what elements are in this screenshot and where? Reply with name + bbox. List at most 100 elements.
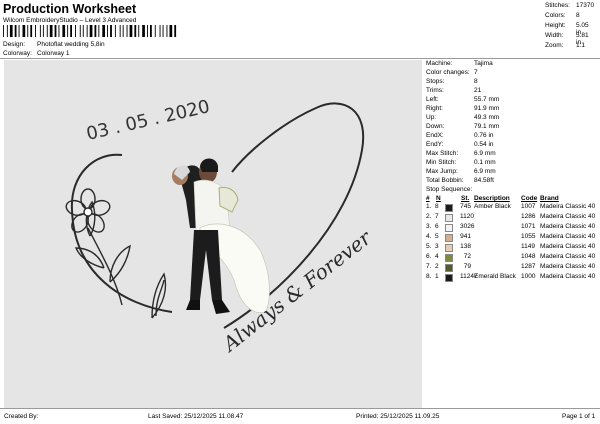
thread-brand: Madeira Classic 40 [540,273,596,280]
stop-num: 4. [426,233,432,240]
col-header-brand: Brand [540,195,559,202]
info-up: Up: 49.3 mm [426,114,500,121]
barcode [3,25,177,37]
stop-sequence-row: 5. 3 138 1149 Madeira Classic 40 [426,243,600,253]
summary-width: Width: 5.81 in [545,32,589,46]
software-subtitle: Wilcom EmbroideryStudio – Level 3 Advanc… [3,17,137,24]
thread-code: 1149 [521,243,535,250]
footer-last-saved: Last Saved: 25/12/2025 11.08.47 [148,413,244,420]
stop-sequence-row: 2. 7 1120 1286 Madeira Classic 40 [426,213,600,223]
stitch-count: 3026 [460,223,475,230]
info-left: Left: 55.7 mm [426,96,500,103]
thread-code: 1055 [521,233,536,240]
info-down: Down: 79.1 mm [426,123,500,130]
summary-zoom: Zoom: 1:1 [545,42,586,49]
col-header-st: St. [461,195,470,202]
stop-sequence-row: 6. 4 72 1048 Madeira Classic 40 [426,253,600,263]
color-swatch [445,224,453,232]
thread-brand: Madeira Classic 40 [540,223,596,230]
stop-num: 6. [426,253,432,260]
info-color-changes: Color changes: 7 [426,69,478,76]
thread-code: 1071 [521,223,536,230]
needle-num: 8 [435,203,439,210]
info-max-jump: Max Jump: 6.9 mm [426,168,496,175]
color-swatch [445,254,453,262]
thread-description: Emerald Black [474,273,516,280]
info-min-stitch: Min Stitch: 0.1 mm [426,159,496,166]
stop-num: 2. [426,213,432,220]
info-right: Right: 91.9 mm [426,105,500,112]
footer-printed: Printed: 25/12/2025 11.09.25 [356,413,440,420]
stop-sequence-row: 4. 5 941 1055 Madeira Classic 40 [426,233,600,243]
couple-figure [172,158,270,314]
info-max-stitch: Max Stitch: 6.9 mm [426,150,496,157]
thread-code: 1007 [521,203,536,210]
stitch-count: 941 [460,233,471,240]
color-swatch [445,204,453,212]
footer-created-by: Created By: [4,413,39,420]
stitch-count: 138 [460,243,471,250]
thread-code: 1000 [521,273,536,280]
footer-divider [0,408,600,409]
stop-num: 5. [426,243,432,250]
stitch-count: 11247 [460,273,478,280]
design-date-text: 03 . 05 . 2020 [84,96,211,145]
info-total-bobbin: Total Bobbin: 84.58ft [426,177,494,184]
color-swatch [445,214,453,222]
stop-sequence-row: 3. 6 3026 1071 Madeira Classic 40 [426,223,600,233]
design-preview: 03 . 05 . 2020 Always & Forever [4,60,422,408]
footer-page: Page 1 of 1 [562,413,596,420]
needle-num: 4 [435,253,439,260]
summary-height: Height: 5.05 in [545,22,589,36]
thread-description: Amber Black [474,203,511,210]
stitch-count: 79 [463,263,471,270]
thread-brand: Madeira Classic 40 [540,263,596,270]
stitch-count: 1120 [460,213,474,220]
thread-code: 1048 [521,253,536,260]
design-name: Photoflat wedding 5,8in [37,41,105,48]
thread-brand: Madeira Classic 40 [540,233,596,240]
needle-num: 7 [435,213,439,220]
colorway-name: Colorway 1 [37,50,70,57]
needle-num: 6 [435,223,439,230]
stop-sequence-row: 1. 8 745 Amber Black 1007 Madeira Classic 40 [426,203,600,213]
col-header-description: Description [474,195,510,202]
worksheet-title: Production Worksheet [3,2,137,16]
design-label: Design: [3,41,26,48]
col-header-n: N [436,195,441,202]
needle-num: 2 [435,263,439,270]
stop-num: 8. [426,273,432,280]
stitch-count: 745 [460,203,471,210]
color-swatch [445,244,453,252]
flower-stem [74,200,131,306]
thread-brand: Madeira Classic 40 [540,243,596,250]
stop-num: 7. [426,263,432,270]
info-endy: EndY: 0.54 in [426,141,494,148]
stop-sequence-title: Stop Sequence: [426,186,473,193]
stop-sequence-row: 7. 2 79 1287 Madeira Classic 40 [426,263,600,273]
summary-stitches: Stitches: 17370 [545,2,595,9]
info-stops: Stops: 8 [426,78,478,85]
embroidery-design: 03 . 05 . 2020 Always & Forever [65,96,377,357]
color-swatch [445,274,453,282]
needle-num: 1 [435,273,439,280]
needle-num: 3 [435,243,439,250]
stop-num: 1. [426,203,432,210]
thread-brand: Madeira Classic 40 [540,253,596,260]
thread-brand: Madeira Classic 40 [540,203,596,210]
colorway-label: Colorway: [3,50,32,57]
thread-brand: Madeira Classic 40 [540,213,596,220]
info-endx: EndX: 0.76 in [426,132,494,139]
color-swatch [445,264,453,272]
info-trims: Trims: 21 [426,87,482,94]
stitch-count: 72 [463,253,471,260]
stop-sequence-row: 8. 1 11247 Emerald Black 1000 Madeira Classic… [426,273,600,283]
header-divider [0,58,600,59]
thread-code: 1287 [521,263,536,270]
needle-num: 5 [435,233,439,240]
color-swatch [445,234,453,242]
summary-colors: Colors: 8 [545,12,580,19]
stop-num: 3. [426,223,432,230]
info-machine: Machine: Tajima [426,60,493,67]
col-header-code: Code [521,195,538,202]
